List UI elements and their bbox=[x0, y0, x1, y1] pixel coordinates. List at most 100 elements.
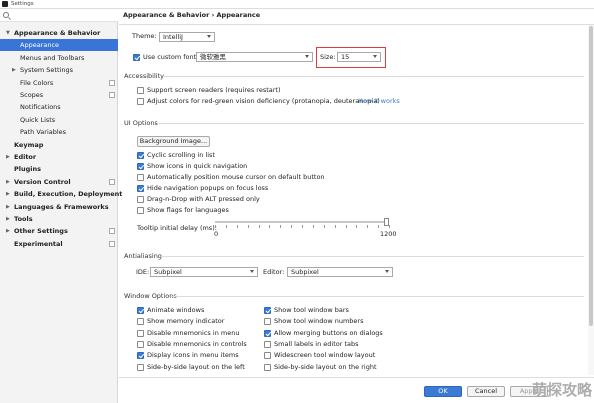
chevron-right-icon[interactable]: ▶ bbox=[6, 176, 10, 188]
sidebar-item-version-control[interactable]: ▶ Version Control bbox=[0, 176, 118, 188]
section-divider bbox=[171, 296, 584, 297]
theme-select[interactable]: IntelliJ bbox=[159, 32, 215, 42]
slider-tick bbox=[367, 225, 369, 228]
sidebar-item-editor[interactable]: ▶ Editor bbox=[0, 151, 118, 163]
slider-tick bbox=[389, 225, 390, 228]
slider-tick bbox=[312, 225, 314, 228]
how-it-works-link[interactable]: How it works bbox=[358, 97, 400, 106]
sidebar-item-label: Appearance & Behavior bbox=[14, 29, 101, 37]
allow-merging-buttons-on-dialogs-checkbox[interactable] bbox=[264, 329, 271, 337]
sidebar-item-experimental[interactable]: Experimental bbox=[0, 238, 118, 250]
tooltip-delay-slider[interactable] bbox=[215, 221, 389, 223]
use-custom-font-checkbox[interactable] bbox=[133, 54, 140, 61]
sidebar-item-label: Build, Execution, Deployment bbox=[14, 190, 123, 199]
chevron-right-icon[interactable]: ▶ bbox=[6, 201, 10, 213]
animate-windows-checkbox[interactable] bbox=[137, 307, 144, 314]
sidebar-item-notifications[interactable]: Notifications bbox=[0, 101, 118, 113]
sidebar-item-languages-frameworks[interactable]: ▶ Languages & Frameworks bbox=[0, 201, 118, 213]
chevron-right-icon[interactable]: ▶ bbox=[12, 64, 16, 76]
size-select[interactable]: 15 bbox=[337, 52, 381, 62]
sidebar-item-label: Experimental bbox=[14, 239, 63, 248]
ide-antialiasing-value: Subpixel bbox=[154, 268, 182, 276]
sidebar-item-keymap[interactable]: Keymap bbox=[0, 139, 118, 151]
chevron-down-icon[interactable]: ▼ bbox=[6, 27, 10, 39]
display-icons-in-menu-items-checkbox[interactable] bbox=[137, 352, 144, 360]
sidebar-item-path-variables[interactable]: Path Variables bbox=[0, 126, 118, 138]
show-icons-quick-nav-checkbox[interactable] bbox=[137, 163, 144, 170]
slider-tick bbox=[215, 225, 216, 228]
font-value: 微软雅黑 bbox=[200, 53, 226, 61]
tooltip-max-label: 1200 bbox=[380, 230, 397, 238]
font-select[interactable]: 微软雅黑 bbox=[196, 52, 313, 62]
support-screen-readers-label: Support screen readers (requires restart… bbox=[147, 86, 281, 94]
slider-tick bbox=[356, 225, 358, 228]
show-memory-indicator-checkbox[interactable] bbox=[137, 318, 144, 326]
header-divider bbox=[119, 24, 594, 25]
side-by-side-layout-on-the-left-checkbox[interactable] bbox=[137, 363, 144, 371]
small-labels-in-editor-tabs-checkbox[interactable] bbox=[264, 340, 271, 348]
hide-nav-popups-checkbox[interactable] bbox=[137, 185, 144, 192]
sidebar-item-appearance-behavior[interactable]: ▼ Appearance & Behavior bbox=[0, 27, 118, 39]
cancel-button[interactable]: Cancel bbox=[467, 386, 505, 397]
sidebar-item-file-colors[interactable]: File Colors bbox=[0, 77, 118, 89]
sidebar-item-quick-lists[interactable]: Quick Lists bbox=[0, 114, 118, 126]
ide-antialiasing-select[interactable]: Subpixel bbox=[150, 267, 258, 277]
sidebar-item-build-execution-deployment[interactable]: ▶ Build, Execution, Deployment bbox=[0, 188, 122, 200]
settings-content: Appearance & Behavior › Appearance Theme… bbox=[119, 9, 594, 403]
chevron-right-icon[interactable]: ▶ bbox=[6, 188, 10, 200]
content-scrollbar[interactable] bbox=[588, 25, 594, 375]
widescreen-tool-window-layout-checkbox[interactable] bbox=[264, 352, 271, 360]
show-tool-window-numbers-label: Show tool window numbers bbox=[274, 317, 364, 326]
chevron-right-icon[interactable]: ▶ bbox=[6, 151, 10, 163]
size-value: 15 bbox=[341, 53, 350, 61]
auto-position-mouse-checkbox[interactable] bbox=[137, 174, 144, 181]
sidebar-item-label: Other Settings bbox=[14, 227, 68, 236]
sidebar-item-label: Quick Lists bbox=[20, 115, 56, 124]
project-scope-icon bbox=[109, 178, 115, 185]
sidebar-item-scopes[interactable]: Scopes bbox=[0, 89, 118, 101]
window-title: Settings bbox=[11, 1, 34, 7]
slider-tick bbox=[378, 225, 380, 228]
scrollbar-thumb[interactable] bbox=[589, 26, 593, 326]
disable-mnemonics-in-menu-checkbox[interactable] bbox=[137, 329, 144, 337]
show-memory-indicator-label: Show memory indicator bbox=[147, 317, 225, 326]
sidebar-item-tools[interactable]: ▶ Tools bbox=[0, 213, 118, 225]
sidebar-item-system-settings[interactable]: ▶ System Settings bbox=[0, 64, 118, 76]
show-tool-window-bars-checkbox[interactable] bbox=[264, 307, 271, 314]
chevron-right-icon[interactable]: ▶ bbox=[6, 225, 10, 237]
sidebar-item-plugins[interactable]: Plugins bbox=[0, 163, 118, 175]
show-tool-window-bars-label: Show tool window bars bbox=[274, 306, 349, 314]
show-tool-window-numbers-checkbox[interactable] bbox=[264, 318, 271, 326]
breadcrumb: Appearance & Behavior › Appearance bbox=[123, 11, 261, 19]
slider-tick bbox=[247, 225, 249, 228]
allow-merging-buttons-on-dialogs-label: Allow merging buttons on dialogs bbox=[274, 328, 383, 337]
ide-antialiasing-label: IDE: bbox=[136, 268, 150, 276]
sidebar-item-appearance[interactable]: Appearance bbox=[0, 39, 118, 52]
adjust-colors-checkbox[interactable] bbox=[137, 98, 144, 105]
settings-search-input[interactable] bbox=[0, 9, 118, 22]
disable-mnemonics-in-controls-checkbox[interactable] bbox=[137, 340, 144, 348]
support-screen-readers-checkbox[interactable] bbox=[137, 87, 144, 94]
side-by-side-layout-on-the-right-checkbox[interactable] bbox=[264, 363, 271, 371]
sidebar-item-label: File Colors bbox=[20, 78, 54, 87]
disable-mnemonics-in-menu-label: Disable mnemonics in menu bbox=[147, 328, 240, 337]
ok-button[interactable]: OK bbox=[424, 386, 462, 397]
section-divider bbox=[164, 76, 584, 77]
chevron-right-icon[interactable]: ▶ bbox=[6, 213, 10, 225]
sidebar-item-menus-and-toolbars[interactable]: Menus and Toolbars bbox=[0, 52, 118, 64]
cyclic-scrolling-checkbox[interactable] bbox=[137, 152, 144, 159]
drag-n-drop-alt-checkbox[interactable] bbox=[137, 196, 144, 203]
show-flags-languages-label: Show flags for languages bbox=[147, 206, 229, 214]
sidebar-item-other-settings[interactable]: ▶ Other Settings bbox=[0, 225, 118, 237]
tooltip-min-label: 0 bbox=[214, 230, 219, 238]
sidebar-item-label: Keymap bbox=[14, 140, 44, 149]
background-image-button[interactable]: Background Image... bbox=[137, 136, 210, 147]
settings-sidebar: ▼ Appearance & Behavior Appearance Menus an… bbox=[0, 22, 122, 403]
project-scope-icon bbox=[109, 228, 115, 235]
slider-tick bbox=[225, 225, 227, 228]
chevron-down-icon bbox=[207, 35, 211, 38]
show-flags-languages-checkbox[interactable] bbox=[137, 207, 144, 214]
sidebar-item-label: Appearance bbox=[20, 41, 60, 50]
slider-tick bbox=[236, 225, 238, 228]
editor-antialiasing-select[interactable]: Subpixel bbox=[287, 267, 393, 277]
